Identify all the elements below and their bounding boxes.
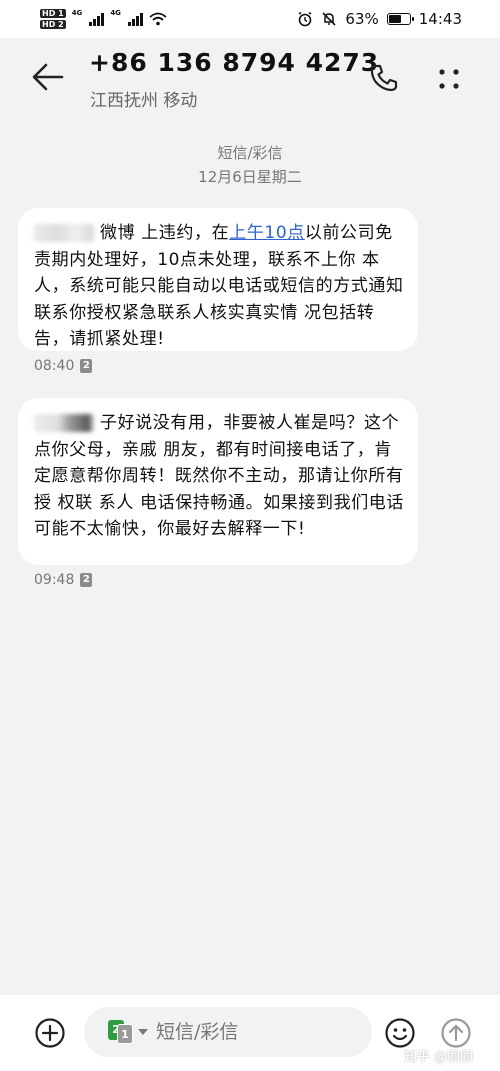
redacted-sender-name [34, 224, 94, 242]
signal-icon [127, 12, 143, 26]
emoji-button[interactable] [384, 1017, 416, 1049]
emoji-icon [385, 1018, 415, 1048]
back-button[interactable] [30, 60, 70, 94]
alarm-icon [298, 11, 312, 27]
add-attachment-button[interactable] [34, 1017, 66, 1049]
hd-badge-1: HD 1 [40, 9, 66, 18]
timestamp-text: 09:48 [34, 572, 75, 588]
status-bar: HD 1 HD 2 4G 4G 63% 14:43 [0, 0, 500, 38]
message-timestamp-2: 09:48 2 [34, 572, 93, 588]
phone-icon [370, 64, 398, 92]
battery-icon [386, 13, 414, 25]
wifi-icon [149, 12, 167, 26]
message-timestamp-1: 08:40 2 [34, 358, 93, 374]
message-bubble-1[interactable]: 微博 上违约，在上午10点以前公司免责期内处理好，10点未处理，联系不上你 本人… [18, 208, 418, 351]
battery-level [388, 15, 401, 23]
message-input-field[interactable]: 2 1 [84, 1007, 372, 1057]
hd-icon: HD 1 HD 2 [40, 9, 66, 29]
sim-indicator-icon: 2 [80, 573, 93, 587]
battery-percent: 63% [345, 10, 379, 28]
watermark: 知乎 @圈圈 [404, 1050, 474, 1065]
conversation-type-label: 短信/彩信 [217, 144, 283, 162]
clock: 14:43 [418, 10, 462, 28]
timestamp-text: 08:40 [34, 358, 75, 374]
signal-icon [89, 12, 105, 26]
hd-badge-2: HD 2 [40, 20, 66, 29]
network-label-2: 4G [110, 9, 121, 17]
sim-card-stack: 2 1 [108, 1020, 134, 1044]
status-left: HD 1 HD 2 4G 4G [40, 9, 167, 29]
sim-select-icon[interactable]: 2 1 [108, 1020, 148, 1044]
contact-location: 江西抚州 移动 [90, 91, 198, 111]
more-dots-icon [439, 69, 459, 89]
call-button[interactable] [368, 62, 400, 94]
network-label-1: 4G [71, 9, 83, 17]
back-arrow-icon [32, 63, 64, 91]
status-right: 63% 14:43 [297, 10, 462, 28]
sim-card-secondary: 1 [117, 1024, 133, 1044]
send-icon [441, 1018, 471, 1048]
sim-indicator-icon: 2 [80, 359, 93, 373]
redacted-sender-name [34, 414, 94, 432]
add-icon [35, 1018, 65, 1048]
contact-number: +86 136 8794 4273 [89, 48, 380, 77]
conversation-date: 12月6日星期二 [198, 168, 302, 186]
send-button[interactable] [440, 1017, 472, 1049]
message-input[interactable] [156, 1021, 346, 1043]
conversation-header: +86 136 8794 4273 江西抚州 移动 [0, 38, 500, 120]
time-link[interactable]: 上午10点 [229, 223, 305, 243]
chevron-down-icon [138, 1029, 148, 1035]
message-text-pre: 微博 上违约，在 [100, 223, 230, 243]
message-bubble-2[interactable]: 子好说没有用，非要被人崔是吗？这个点你父母，亲戚 朋友，都有时间接电话了，肯定愿… [18, 398, 418, 565]
more-options-button[interactable] [434, 64, 464, 94]
mute-icon [322, 12, 336, 26]
